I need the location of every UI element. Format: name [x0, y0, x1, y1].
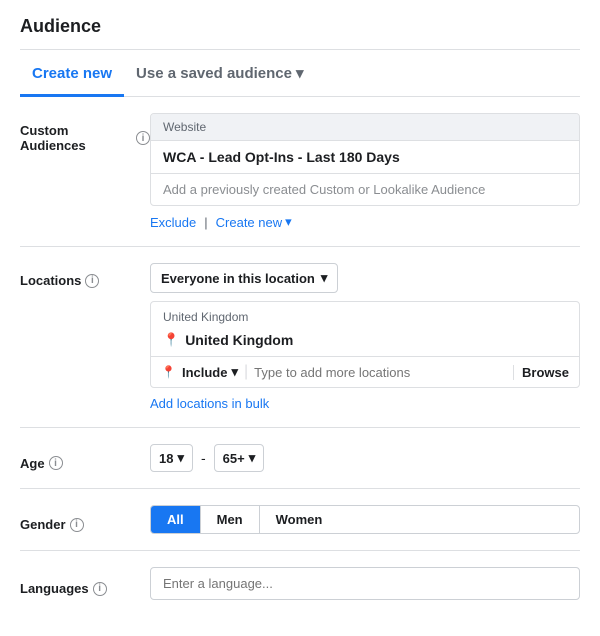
languages-info-icon[interactable]: i: [93, 582, 107, 596]
gender-label: Gender i: [20, 507, 150, 532]
languages-content: [150, 567, 580, 600]
age-label: Age i: [20, 446, 150, 471]
custom-audiences-info-icon[interactable]: i: [136, 131, 150, 145]
locations-content: Everyone in this location ▾ United Kingd…: [150, 263, 580, 411]
gender-buttons-group: All Men Women: [150, 505, 580, 534]
audiences-box-placeholder[interactable]: Add a previously created Custom or Looka…: [151, 173, 579, 205]
locations-label: Locations i: [20, 263, 150, 288]
location-box-country-label: United Kingdom: [151, 302, 579, 328]
language-input[interactable]: [150, 567, 580, 600]
location-search-input[interactable]: [254, 365, 507, 380]
age-from-select[interactable]: 18 ▾: [150, 444, 193, 472]
age-content: 18 ▾ - 65+ ▾: [150, 444, 580, 472]
tab-create-new[interactable]: Create new: [20, 51, 124, 97]
age-info-icon[interactable]: i: [49, 456, 63, 470]
gender-women-button[interactable]: Women: [260, 506, 339, 533]
location-type-dropdown[interactable]: Everyone in this location ▾: [150, 263, 338, 293]
location-box-country-item: 📍 United Kingdom: [151, 328, 579, 356]
page-title: Audience: [20, 16, 580, 37]
chevron-down-icon-include: ▾: [231, 364, 238, 380]
custom-audiences-label: Custom Audiences i: [20, 113, 150, 153]
audiences-box-header: Website: [151, 114, 579, 141]
exclude-link[interactable]: Exclude: [150, 215, 196, 230]
audience-panel: Audience Create new Use a saved audience…: [0, 0, 600, 636]
tab-use-saved[interactable]: Use a saved audience ▾: [124, 50, 315, 97]
audiences-box-selected-item: WCA - Lead Opt-Ins - Last 180 Days: [151, 141, 579, 173]
gender-men-button[interactable]: Men: [201, 506, 260, 533]
chevron-down-icon-location: ▾: [321, 270, 328, 286]
gender-all-button[interactable]: All: [151, 506, 201, 533]
location-box: United Kingdom 📍 United Kingdom 📍 Includ…: [150, 301, 580, 388]
tabs-row: Create new Use a saved audience ▾: [20, 50, 580, 97]
location-input-row: 📍 Include ▾ | Browse: [151, 356, 579, 387]
browse-button[interactable]: Browse: [513, 365, 569, 380]
age-to-select[interactable]: 65+ ▾: [214, 444, 265, 472]
divider-pipe: |: [204, 215, 207, 230]
custom-audiences-section: Custom Audiences i Website WCA - Lead Op…: [20, 113, 580, 247]
age-select-group: 18 ▾ - 65+ ▾: [150, 444, 580, 472]
add-locations-bulk-link[interactable]: Add locations in bulk: [150, 396, 269, 411]
pin-icon: 📍: [163, 332, 179, 348]
include-button[interactable]: Include ▾: [182, 364, 238, 380]
chevron-down-icon-create: ▾: [285, 214, 292, 230]
input-divider: |: [244, 363, 248, 381]
chevron-down-icon-age-to: ▾: [249, 450, 256, 466]
pin-icon-small: 📍: [161, 365, 176, 379]
age-dash: -: [201, 450, 206, 466]
age-section: Age i 18 ▾ - 65+ ▾: [20, 444, 580, 489]
chevron-down-icon: ▾: [296, 64, 304, 82]
exclude-create-row: Exclude | Create new ▾: [150, 214, 580, 230]
gender-content: All Men Women: [150, 505, 580, 534]
audiences-box: Website WCA - Lead Opt-Ins - Last 180 Da…: [150, 113, 580, 206]
languages-section: Languages i: [20, 567, 580, 600]
locations-info-icon[interactable]: i: [85, 274, 99, 288]
create-new-link[interactable]: Create new ▾: [216, 214, 292, 230]
chevron-down-icon-age-from: ▾: [177, 450, 184, 466]
locations-section: Locations i Everyone in this location ▾ …: [20, 263, 580, 428]
custom-audiences-content: Website WCA - Lead Opt-Ins - Last 180 Da…: [150, 113, 580, 230]
gender-section: Gender i All Men Women: [20, 505, 580, 551]
gender-info-icon[interactable]: i: [70, 518, 84, 532]
